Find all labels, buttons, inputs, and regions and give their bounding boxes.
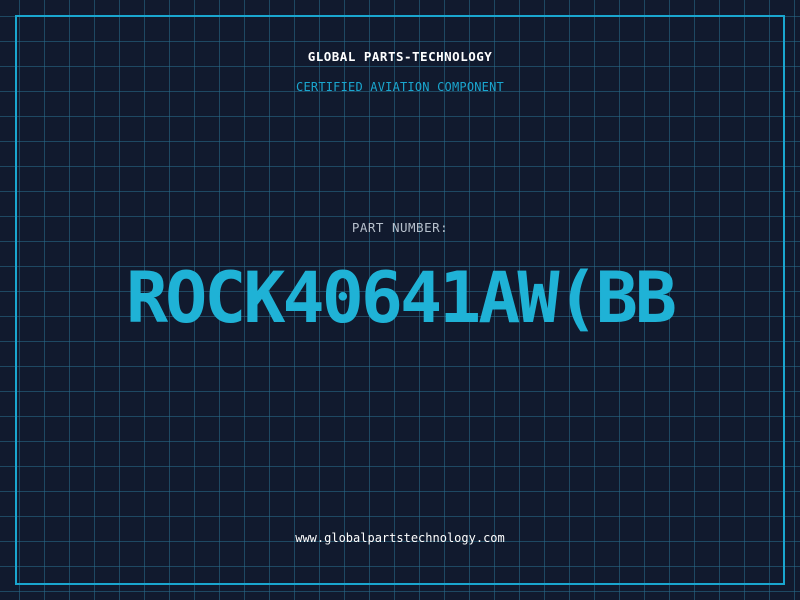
part-number-value: ROCK40641AW(BB bbox=[125, 257, 677, 339]
website-url: www.globalpartstechnology.com bbox=[295, 531, 505, 545]
certificate-page: GLOBAL PARTS-TECHNOLOGY CERTIFIED AVIATI… bbox=[0, 0, 800, 600]
company-name: GLOBAL PARTS-TECHNOLOGY bbox=[307, 49, 493, 64]
certification-subtitle: CERTIFIED AVIATION COMPONENT bbox=[296, 80, 504, 94]
part-number-label: PART NUMBER: bbox=[351, 220, 449, 235]
